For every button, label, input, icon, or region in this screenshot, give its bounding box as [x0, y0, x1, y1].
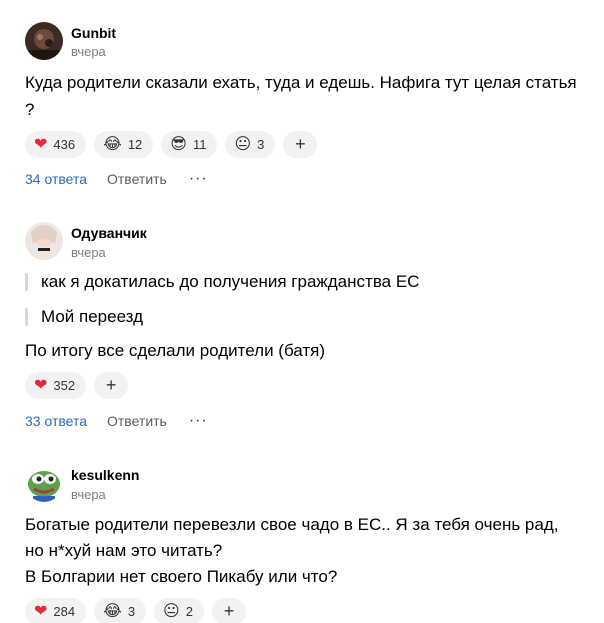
reaction-count: 436 [53, 137, 76, 152]
comment-text-line: В Болгарии нет своего Пикабу или что? [25, 567, 338, 586]
quote-line: как я докатилась до получения гражданств… [25, 271, 419, 293]
comment-text-line: ? [25, 100, 35, 119]
comment-time: вчера [71, 487, 106, 502]
reaction-neutral[interactable]: 😐 2 [154, 598, 204, 623]
comment-time: вчера [71, 245, 106, 260]
avatar[interactable] [25, 222, 63, 260]
plus-icon: + [223, 601, 235, 621]
plus-icon: + [105, 375, 117, 395]
reactions-bar: ❤ 352 + [25, 372, 129, 399]
comment-time: вчера [71, 44, 106, 59]
reaction-laugh[interactable]: 😂 12 [94, 131, 154, 158]
add-reaction-button[interactable]: + [211, 598, 246, 623]
replies-link[interactable]: 33 ответа [25, 413, 87, 429]
neutral-face-icon: 😐 [234, 135, 252, 153]
reply-button[interactable]: Ответить [107, 171, 167, 187]
reaction-count: 2 [185, 604, 193, 619]
comment-text-line: Куда родители сказали ехать, туда и едеш… [25, 73, 577, 92]
reaction-heart[interactable]: ❤ 436 [25, 131, 87, 158]
heart-icon: ❤ [34, 602, 48, 620]
add-reaction-button[interactable]: + [283, 131, 318, 158]
comment-actions: 34 ответа Ответить ··· [25, 171, 208, 188]
plus-icon: + [295, 134, 306, 154]
comment-text-line: Богатые родители перевезли свое чадо в Е… [25, 515, 559, 534]
reply-button[interactable]: Ответить [107, 413, 167, 429]
quote-line: Мой переезд [25, 306, 143, 328]
replies-link[interactable]: 34 ответа [25, 171, 87, 187]
comment-text-line: По итогу все сделали родители (батя) [25, 341, 326, 360]
laughing-emoji-icon: 😂 [103, 135, 122, 153]
reactions-bar: ❤ 436 😂 12 😎 11 😐 3 + [25, 131, 318, 158]
neutral-face-icon: 😐 [163, 602, 180, 620]
reaction-heart[interactable]: ❤ 284 [25, 598, 87, 623]
more-options-icon[interactable]: ··· [189, 413, 208, 429]
author-name[interactable]: kesulkenn [71, 467, 139, 483]
reaction-count: 3 [127, 604, 136, 619]
reactions-bar: ❤ 284 😂 3 😐 2 + [25, 598, 246, 623]
sunglasses-emoji-icon: 😎 [170, 135, 187, 153]
reaction-cool[interactable]: 😎 11 [161, 131, 218, 158]
comment-text-line: но н*хуй нам это читать? [25, 541, 223, 560]
add-reaction-button[interactable]: + [94, 372, 129, 399]
author-name[interactable]: Одуванчик [71, 225, 147, 241]
reaction-count: 11 [192, 137, 207, 152]
reaction-neutral[interactable]: 😐 3 [225, 131, 276, 158]
avatar[interactable] [25, 22, 63, 60]
laughing-emoji-icon: 😂 [103, 602, 122, 620]
reaction-count: 284 [53, 604, 76, 619]
reaction-count: 3 [257, 137, 265, 152]
heart-icon: ❤ [34, 135, 48, 153]
heart-icon: ❤ [34, 376, 48, 394]
more-options-icon[interactable]: ··· [189, 171, 208, 187]
reaction-laugh[interactable]: 😂 3 [94, 598, 147, 623]
comment-actions: 33 ответа Ответить ··· [25, 413, 208, 430]
author-name[interactable]: Gunbit [71, 25, 116, 41]
reaction-heart[interactable]: ❤ 352 [25, 372, 87, 399]
reaction-count: 12 [127, 137, 143, 152]
avatar[interactable] [25, 464, 63, 502]
reaction-count: 352 [53, 378, 76, 393]
